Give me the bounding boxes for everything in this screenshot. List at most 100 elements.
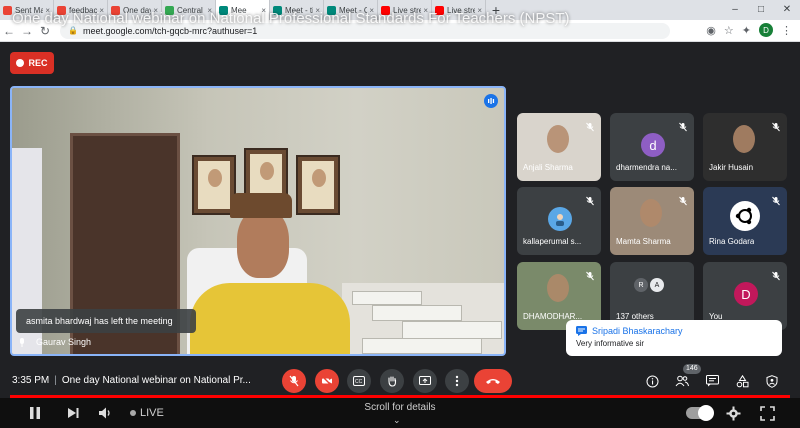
url-text: meet.google.com/tch-gqcb-mrc?authuser=1 xyxy=(82,25,258,36)
raise-hand-button[interactable] xyxy=(380,369,404,393)
svg-text:CC: CC xyxy=(355,379,363,385)
scroll-hint: Scroll for details xyxy=(364,402,436,413)
speaking-indicator-icon xyxy=(484,94,498,108)
profile-avatar[interactable]: D xyxy=(759,23,773,37)
pin-icon xyxy=(20,337,24,347)
bookmark-star-icon[interactable]: ☆ xyxy=(724,24,734,37)
recording-label: REC xyxy=(28,58,48,68)
camera-off-icon xyxy=(322,376,332,386)
mic-muted-icon xyxy=(771,119,781,132)
volume-button[interactable] xyxy=(98,404,114,422)
activities-button[interactable] xyxy=(734,373,750,389)
close-window-icon[interactable]: ✕ xyxy=(774,0,800,20)
participant-avatar xyxy=(730,201,760,231)
mic-muted-icon xyxy=(585,119,595,132)
participant-tile[interactable]: Jakir Husain xyxy=(703,113,787,181)
recording-badge: REC xyxy=(10,52,54,74)
hand-icon xyxy=(388,376,397,387)
participant-avatar: D xyxy=(734,282,758,306)
chat-sender: Sripadi Bhaskarachary xyxy=(592,326,683,336)
lock-icon: 🔒 xyxy=(68,26,78,35)
shield-icon xyxy=(766,374,778,388)
settings-button[interactable] xyxy=(726,404,741,422)
speaker-name: Gaurav Singh xyxy=(36,337,92,347)
participant-video-feed xyxy=(547,125,569,153)
participant-avatar xyxy=(548,207,572,231)
participant-video-feed xyxy=(640,199,662,227)
extension-icon[interactable]: ✦ xyxy=(742,24,751,37)
next-icon xyxy=(68,408,79,418)
chat-icon xyxy=(576,326,587,336)
mic-muted-icon xyxy=(585,268,595,281)
activities-icon xyxy=(736,374,748,387)
chat-message: Very informative sir xyxy=(576,339,645,348)
people-button[interactable] xyxy=(674,373,690,389)
end-call-icon xyxy=(486,379,500,384)
meeting-time: 3:35 PM xyxy=(12,375,50,386)
live-indicator[interactable]: LIVE xyxy=(130,404,164,422)
participant-avatar: d xyxy=(641,133,665,157)
live-label: LIVE xyxy=(140,407,164,419)
portrait-frame xyxy=(296,155,340,215)
more-options-button[interactable] xyxy=(445,369,469,393)
present-button[interactable] xyxy=(413,369,437,393)
next-button[interactable] xyxy=(66,404,80,422)
window-controls: – □ ✕ xyxy=(722,0,800,20)
chat-notification[interactable]: Sripadi Bhaskarachary Very informative s… xyxy=(566,320,782,356)
participant-tile[interactable]: Mamta Sharma xyxy=(610,187,694,255)
fullscreen-icon xyxy=(760,405,775,421)
meeting-info: 3:35 PM | One day National webinar on Nati… xyxy=(12,375,251,386)
camera-icon[interactable]: ◉ xyxy=(706,24,716,37)
minimize-icon[interactable]: – xyxy=(722,0,748,20)
host-controls-button[interactable] xyxy=(764,373,780,389)
speaker-hat xyxy=(230,193,292,218)
volume-icon xyxy=(99,407,110,419)
more-vert-icon xyxy=(455,375,459,387)
participant-tile[interactable]: kallaperumal s... xyxy=(517,187,601,255)
others-avatar: R xyxy=(634,278,648,292)
chevron-down-icon[interactable]: ⌄ xyxy=(393,415,401,426)
participant-tile[interactable]: Anjali Sharma xyxy=(517,113,601,181)
toggle-switch-icon xyxy=(686,405,714,421)
fullscreen-button[interactable] xyxy=(760,404,775,422)
live-dot-icon xyxy=(130,410,136,416)
video-overlay-title: One day National webinar on National Pro… xyxy=(12,10,570,27)
mic-off-icon xyxy=(289,375,299,387)
leave-toast: asmita bhardwaj has left the meeting xyxy=(16,309,196,333)
main-speaker-video[interactable]: asmita bhardwaj has left the meeting Gau… xyxy=(10,86,506,356)
present-icon xyxy=(419,375,431,385)
participant-tile[interactable]: d dharmendra na... xyxy=(610,113,694,181)
mic-muted-icon xyxy=(678,193,688,206)
participant-name: dharmendra na... xyxy=(616,163,677,172)
autoplay-toggle[interactable] xyxy=(686,404,714,422)
chat-button[interactable] xyxy=(704,373,720,389)
camera-off-button[interactable] xyxy=(315,369,339,393)
menu-dots-icon[interactable]: ⋮ xyxy=(781,24,792,37)
maximize-icon[interactable]: □ xyxy=(748,0,774,20)
pause-button[interactable] xyxy=(28,404,42,422)
mic-muted-icon xyxy=(771,268,781,281)
leave-call-button[interactable] xyxy=(474,369,512,393)
others-avatar: A xyxy=(650,278,664,292)
participant-name: Rina Godara xyxy=(709,237,755,246)
participant-name: Anjali Sharma xyxy=(523,163,573,172)
speaker-name-label: Gaurav Singh xyxy=(18,337,91,347)
record-dot-icon xyxy=(16,59,25,67)
mic-muted-icon xyxy=(771,193,781,206)
participant-name: Jakir Husain xyxy=(709,163,754,172)
speaker-head xyxy=(237,208,289,278)
chat-sender-row: Sripadi Bhaskarachary xyxy=(576,326,772,336)
speaker-body xyxy=(190,283,350,354)
participant-name: Mamta Sharma xyxy=(616,237,671,246)
video-desk xyxy=(342,283,504,354)
meet-control-bar: 3:35 PM | One day National webinar on Nati… xyxy=(0,365,800,397)
meeting-details-button[interactable] xyxy=(644,373,660,389)
participant-tile[interactable]: Rina Godara xyxy=(703,187,787,255)
mic-off-button[interactable] xyxy=(282,369,306,393)
captions-icon: CC xyxy=(353,376,365,386)
others-avatar-group: RA xyxy=(634,278,666,292)
meeting-title: One day National webinar on National Pr.… xyxy=(61,375,251,386)
captions-button[interactable]: CC xyxy=(347,369,371,393)
pause-icon xyxy=(30,407,40,419)
mic-muted-icon xyxy=(678,119,688,132)
